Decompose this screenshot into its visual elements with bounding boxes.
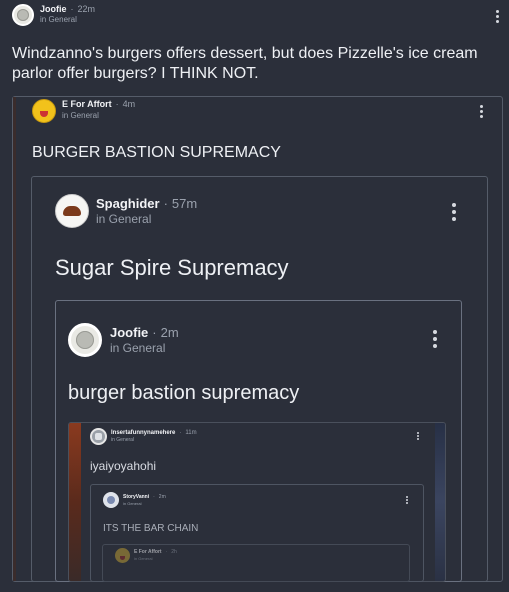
quote-body: ITS THE BAR CHAIN [103, 523, 199, 534]
quote-subforum[interactable]: in General [110, 341, 179, 356]
user-avatar[interactable] [12, 4, 34, 26]
separator-dot: · [152, 325, 157, 340]
more-options-icon[interactable] [417, 432, 419, 440]
separator-dot: · [165, 549, 168, 555]
quote-subforum[interactable]: in General [62, 110, 135, 121]
more-options-icon[interactable] [452, 203, 456, 221]
quote-time: 2m [158, 494, 166, 500]
quote-subforum[interactable]: in General [123, 501, 166, 507]
post-username[interactable]: Joofie [40, 4, 67, 14]
post-subforum[interactable]: in General [40, 15, 95, 25]
quote-username[interactable]: Insertafunnynamehere [111, 430, 175, 436]
more-options-icon[interactable] [406, 496, 408, 504]
quote-header: E For Affort · 2h in General [115, 548, 177, 563]
user-avatar[interactable] [103, 492, 119, 508]
quote-subforum[interactable]: in General [96, 212, 197, 227]
separator-dot: · [153, 494, 155, 500]
user-avatar[interactable] [115, 548, 130, 563]
more-options-icon[interactable] [496, 10, 499, 23]
quote-body: iyaiyoyahohi [90, 459, 157, 473]
quote-subforum[interactable]: in General [134, 556, 177, 562]
quote-username[interactable]: Spaghider [96, 196, 160, 211]
separator-dot: · [70, 4, 74, 14]
background-image [435, 423, 445, 581]
user-avatar[interactable] [90, 428, 107, 445]
quote-time: 2m [160, 325, 179, 340]
quote-header: Insertafunnynamehere · 11m in General [90, 428, 197, 445]
separator-dot: · [115, 99, 119, 109]
post-time: 22m [77, 4, 96, 14]
quote-time: 11m [185, 430, 197, 436]
quote-header: StoryVanni · 2m in General [103, 492, 166, 508]
post-body: Windzanno's burgers offers dessert, but … [12, 45, 478, 82]
quote-time: 2h [171, 549, 177, 555]
quote-header: Spaghider · 57m in General [55, 194, 197, 228]
user-avatar[interactable] [68, 323, 102, 357]
quote-body: Sugar Spire Supremacy [55, 255, 289, 280]
quote-username[interactable]: E For Affort [134, 549, 162, 555]
separator-dot: · [179, 430, 182, 436]
quote-body: burger bastion supremacy [68, 382, 300, 404]
quote-body: BURGER BASTION SUPREMACY [32, 144, 281, 161]
quote-username[interactable]: StoryVanni [123, 494, 149, 500]
quote-subforum[interactable]: in General [111, 437, 197, 444]
quote-header: Joofie · 2m in General [68, 323, 179, 357]
quote-username[interactable]: Joofie [110, 325, 148, 340]
quote-username[interactable]: E For Affort [62, 99, 112, 109]
quote-header: E For Affort · 4m in General [32, 99, 135, 123]
user-avatar[interactable] [32, 99, 56, 123]
more-options-icon[interactable] [480, 105, 483, 118]
post-header: Joofie · 22m in General [12, 4, 95, 26]
user-avatar[interactable] [55, 194, 89, 228]
quote-time: 4m [122, 99, 136, 109]
background-image [69, 423, 81, 581]
more-options-icon[interactable] [433, 330, 437, 348]
quote-time: 57m [171, 196, 198, 211]
separator-dot: · [163, 196, 168, 211]
